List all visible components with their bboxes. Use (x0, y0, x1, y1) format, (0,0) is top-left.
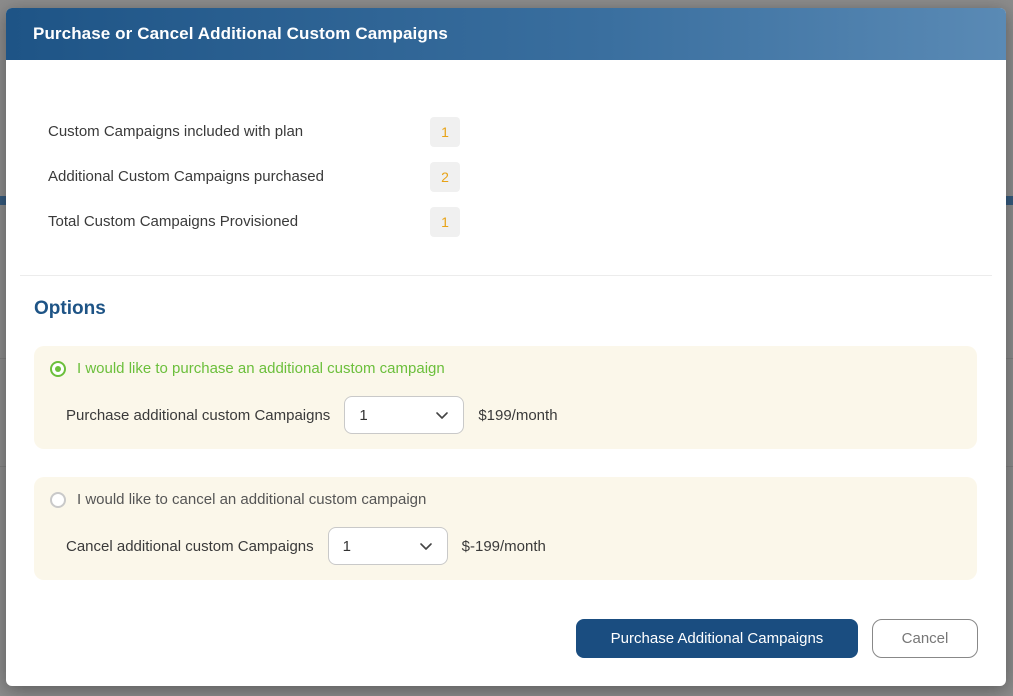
summary-row-included: Custom Campaigns included with plan 1 (48, 109, 460, 154)
summary-label: Additional Custom Campaigns purchased (48, 168, 324, 185)
cancel-button[interactable]: Cancel (872, 619, 978, 658)
chevron-down-icon (436, 412, 449, 419)
summary-count-badge: 1 (430, 116, 460, 147)
chevron-down-icon (419, 543, 432, 550)
cancel-quantity-value: 1 (342, 537, 351, 555)
section-divider (20, 275, 992, 276)
modal-title: Purchase or Cancel Additional Custom Cam… (33, 24, 448, 43)
purchase-quantity-select[interactable]: 1 (344, 396, 465, 434)
cancel-price: $-199/month (461, 537, 546, 555)
options-heading: Options (34, 298, 106, 319)
purchase-option-card: I would like to purchase an additional c… (34, 346, 977, 449)
cancel-option-card: I would like to cancel an additional cus… (34, 477, 977, 580)
purchase-quantity-row: Purchase additional custom Campaigns 1 $… (66, 396, 558, 434)
summary-count-badge: 1 (430, 206, 460, 237)
cancel-quantity-row: Cancel additional custom Campaigns 1 $-1… (66, 527, 546, 565)
cancel-radio-label[interactable]: I would like to cancel an additional cus… (77, 491, 426, 508)
purchase-quantity-value: 1 (359, 406, 368, 424)
purchase-price: $199/month (478, 406, 558, 424)
modal-header: Purchase or Cancel Additional Custom Cam… (6, 8, 1006, 60)
cancel-quantity-select[interactable]: 1 (327, 527, 448, 565)
campaign-summary: Custom Campaigns included with plan 1 Ad… (48, 109, 460, 244)
purchase-additional-campaigns-button[interactable]: Purchase Additional Campaigns (576, 619, 858, 658)
summary-row-purchased: Additional Custom Campaigns purchased 2 (48, 154, 460, 199)
summary-label: Custom Campaigns included with plan (48, 123, 304, 140)
summary-row-total: Total Custom Campaigns Provisioned 1 (48, 199, 460, 244)
purchase-radio-label[interactable]: I would like to purchase an additional c… (77, 360, 445, 377)
purchase-radio-option[interactable]: I would like to purchase an additional c… (50, 360, 445, 377)
summary-label: Total Custom Campaigns Provisioned (48, 213, 299, 230)
radio-unchecked-icon[interactable] (50, 491, 66, 508)
cancel-quantity-label: Cancel additional custom Campaigns (66, 537, 314, 555)
radio-checked-icon[interactable] (50, 360, 66, 377)
cancel-radio-option[interactable]: I would like to cancel an additional cus… (50, 491, 426, 508)
summary-count-badge: 2 (430, 161, 460, 192)
purchase-quantity-label: Purchase additional custom Campaigns (66, 406, 331, 424)
campaigns-modal: Purchase or Cancel Additional Custom Cam… (6, 8, 1006, 686)
